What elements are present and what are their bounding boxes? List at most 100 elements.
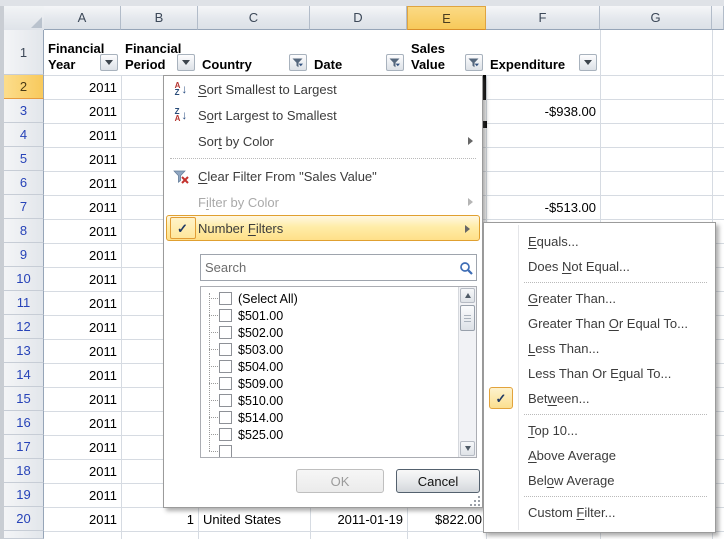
menu-item-sort-smallest-to-largest[interactable]: AZ↓Sort Smallest to Largest — [164, 76, 482, 102]
submenu-item-greater-than[interactable]: Greater Than... — [484, 286, 715, 311]
row-header-5[interactable]: 5 — [4, 147, 44, 171]
list-item[interactable]: $510.00 — [201, 392, 458, 409]
row-header-4[interactable]: 4 — [4, 123, 44, 147]
row-header-8[interactable]: 8 — [4, 219, 44, 243]
search-icon[interactable] — [456, 261, 476, 275]
row-header-18[interactable]: 18 — [4, 459, 44, 483]
cell-A8[interactable]: 2011 — [45, 220, 121, 243]
checkbox[interactable] — [219, 428, 232, 441]
column-header-D[interactable]: D — [310, 6, 407, 30]
filter-button-B[interactable] — [177, 54, 195, 71]
cell-A11[interactable]: 2011 — [45, 292, 121, 315]
select-all-corner[interactable] — [4, 6, 45, 31]
submenu-item-does-not-equal[interactable]: Does Not Equal... — [484, 254, 715, 279]
filter-button-A[interactable] — [100, 54, 118, 71]
scroll-down-button[interactable] — [460, 441, 475, 456]
submenu-item-below-average[interactable]: Below Average — [484, 468, 715, 493]
applied-filter-button-C[interactable] — [289, 54, 307, 71]
list-item[interactable]: $525.00 — [201, 426, 458, 443]
applied-filter-button-D[interactable] — [386, 54, 404, 71]
cell-A15[interactable]: 2011 — [45, 388, 121, 411]
filter-button-F[interactable] — [579, 54, 597, 71]
submenu-item-above-average[interactable]: Above Average — [484, 443, 715, 468]
menu-item-sort-by-color[interactable]: Sort by Color — [164, 128, 482, 154]
list-item[interactable]: $502.00 — [201, 324, 458, 341]
cell-A17[interactable]: 2011 — [45, 436, 121, 459]
column-header-F[interactable]: F — [486, 6, 600, 30]
cell-F3[interactable]: -$938.00 — [487, 100, 600, 123]
cell-A14[interactable]: 2011 — [45, 364, 121, 387]
scroll-up-button[interactable] — [460, 288, 475, 303]
cell-A2[interactable]: 2011 — [45, 76, 121, 99]
row-header-12[interactable]: 12 — [4, 315, 44, 339]
checkbox[interactable] — [219, 377, 232, 390]
checkbox[interactable] — [219, 326, 232, 339]
cell-A10[interactable]: 2011 — [45, 268, 121, 291]
menu-item-filter-by-color[interactable]: Filter by Color — [164, 189, 482, 215]
cell-A3[interactable]: 2011 — [45, 100, 121, 123]
checkbox[interactable] — [219, 411, 232, 424]
row-header-9[interactable]: 9 — [4, 243, 44, 267]
row-header-17[interactable]: 17 — [4, 435, 44, 459]
cell-A18[interactable]: 2011 — [45, 460, 121, 483]
row-header-1[interactable]: 1 — [4, 30, 44, 75]
row-header-3[interactable]: 3 — [4, 99, 44, 123]
row-header-6[interactable]: 6 — [4, 171, 44, 195]
row-header-7[interactable]: 7 — [4, 195, 44, 219]
column-header-E[interactable]: E — [407, 6, 486, 30]
submenu-item-equals[interactable]: Equals... — [484, 229, 715, 254]
cell-A16[interactable]: 2011 — [45, 412, 121, 435]
menu-item-number-filters[interactable]: ✓Number Filters — [166, 215, 480, 241]
checkbox[interactable] — [219, 445, 232, 458]
applied-filter-button-E[interactable] — [465, 54, 483, 71]
checkbox[interactable] — [219, 292, 232, 305]
row-header-13[interactable]: 13 — [4, 339, 44, 363]
row-header-19[interactable]: 19 — [4, 483, 44, 507]
column-header-G[interactable]: G — [600, 6, 712, 30]
row-header-11[interactable]: 11 — [4, 291, 44, 315]
cell-A5[interactable]: 2011 — [45, 148, 121, 171]
list-scrollbar[interactable] — [458, 287, 476, 457]
menu-item-sort-largest-to-smallest[interactable]: ZA↓Sort Largest to Smallest — [164, 102, 482, 128]
cell-B20[interactable]: 1 — [122, 508, 198, 531]
cell-E20[interactable]: $822.00 — [408, 508, 486, 531]
submenu-item-less-than-or-equal-to[interactable]: Less Than Or Equal To... — [484, 361, 715, 386]
search-input[interactable] — [201, 260, 456, 275]
cancel-button[interactable]: Cancel — [396, 469, 480, 493]
column-header-A[interactable]: A — [44, 6, 121, 30]
list-item-partial[interactable] — [201, 443, 458, 458]
cell-C20[interactable]: United States — [199, 508, 310, 531]
row-header-14[interactable]: 14 — [4, 363, 44, 387]
list-item[interactable]: (Select All) — [201, 290, 458, 307]
cell-D20[interactable]: 2011-01-19 — [311, 508, 407, 531]
checkbox[interactable] — [219, 309, 232, 322]
submenu-item-greater-than-or-equal-to[interactable]: Greater Than Or Equal To... — [484, 311, 715, 336]
row-header-15[interactable]: 15 — [4, 387, 44, 411]
list-item[interactable]: $503.00 — [201, 341, 458, 358]
resize-grip[interactable] — [467, 497, 480, 506]
cell-F7[interactable]: -$513.00 — [487, 196, 600, 219]
ok-button[interactable]: OK — [296, 469, 384, 493]
list-item[interactable]: $504.00 — [201, 358, 458, 375]
cell-A13[interactable]: 2011 — [45, 340, 121, 363]
list-item[interactable]: $514.00 — [201, 409, 458, 426]
cell-A4[interactable]: 2011 — [45, 124, 121, 147]
cell-A19[interactable]: 2011 — [45, 484, 121, 507]
cell-A6[interactable]: 2011 — [45, 172, 121, 195]
scrollbar-thumb[interactable] — [460, 305, 475, 331]
list-item[interactable]: $509.00 — [201, 375, 458, 392]
row-header-16[interactable]: 16 — [4, 411, 44, 435]
submenu-item-less-than[interactable]: Less Than... — [484, 336, 715, 361]
column-header-C[interactable]: C — [198, 6, 310, 30]
row-header-10[interactable]: 10 — [4, 267, 44, 291]
column-header-B[interactable]: B — [121, 6, 198, 30]
active-cell-fill-handle[interactable] — [483, 121, 487, 128]
cell-A12[interactable]: 2011 — [45, 316, 121, 339]
row-header-2[interactable]: 2 — [4, 75, 44, 99]
submenu-item-custom-filter[interactable]: Custom Filter... — [484, 500, 715, 525]
row-header-20[interactable]: 20 — [4, 507, 44, 531]
menu-item-clear-filter-from-sales-value[interactable]: Clear Filter From "Sales Value" — [164, 163, 482, 189]
list-item[interactable]: $501.00 — [201, 307, 458, 324]
cell-A20[interactable]: 2011 — [45, 508, 121, 531]
cell-A9[interactable]: 2011 — [45, 244, 121, 267]
